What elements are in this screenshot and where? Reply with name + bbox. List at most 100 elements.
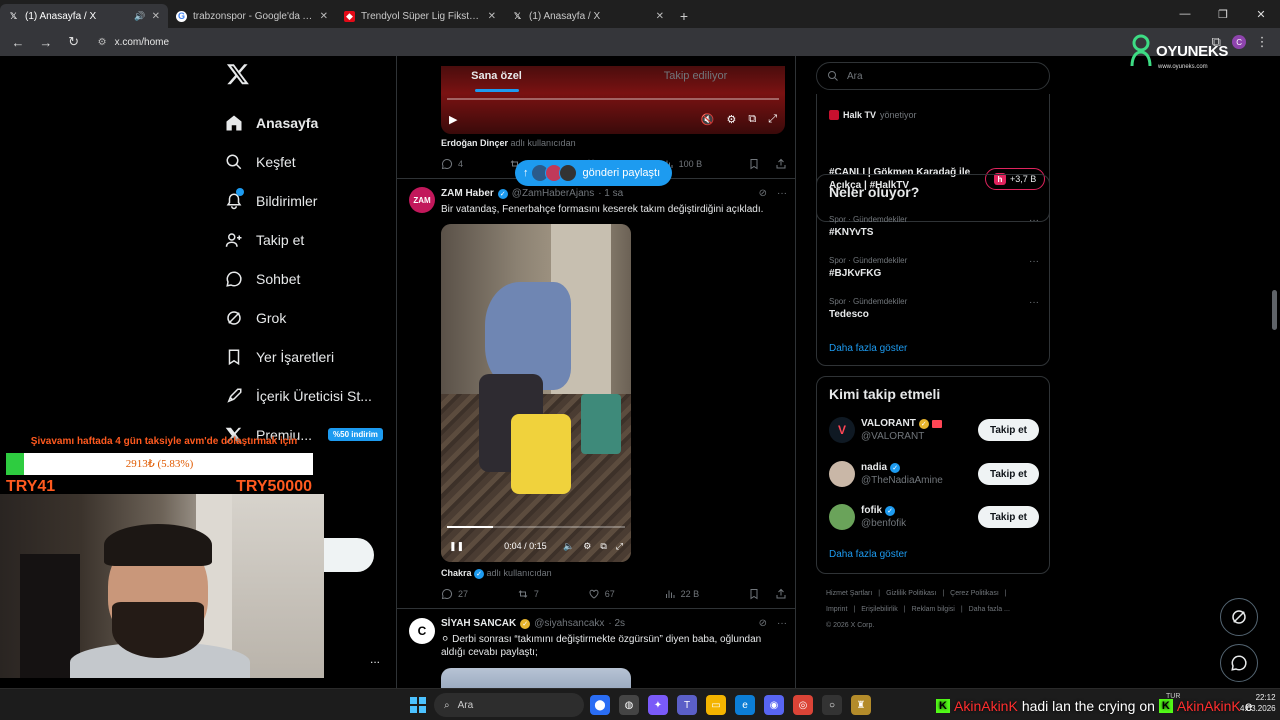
footer-link[interactable]: Daha fazla ... xyxy=(969,606,1010,613)
settings-icon[interactable]: ⚙ xyxy=(583,541,591,552)
widgets-icon[interactable]: ◍ xyxy=(619,695,639,715)
account-more-icon[interactable]: ... xyxy=(370,652,380,666)
footer-link[interactable]: Reklam bilgisi xyxy=(912,606,955,613)
fullscreen-icon[interactable]: ⤢ xyxy=(616,541,623,552)
volume-icon[interactable]: 🔈 xyxy=(563,541,574,552)
footer-link[interactable]: Hizmet Şartları xyxy=(826,590,872,597)
pip-icon[interactable]: ⧉ xyxy=(748,113,756,126)
share-icon[interactable] xyxy=(775,588,787,600)
nav-item-follow[interactable]: Takip et xyxy=(224,220,394,259)
author-name[interactable]: SİYAH SANCAK xyxy=(441,618,516,629)
new-tab-button[interactable]: + xyxy=(672,4,696,28)
post-image[interactable] xyxy=(441,668,631,688)
copilot-icon[interactable]: ✦ xyxy=(648,695,668,715)
nav-item-notifications[interactable]: Bildirimler xyxy=(224,181,394,220)
follow-suggestion[interactable]: fofik ✓ @benfofik Takip et xyxy=(829,502,1039,532)
follow-button[interactable]: Takip et xyxy=(977,463,1039,485)
fullscreen-icon[interactable]: ⤢ xyxy=(768,113,777,126)
trend-item[interactable]: Spor · Gündemdekiler Tedesco ··· xyxy=(829,297,1039,320)
tab-x-home[interactable]: 𝕏 (1) Anasayfa / X 🔊 ✕ xyxy=(0,4,168,28)
follow-suggestion[interactable]: V VALORANT ✓ @VALORANT Takip et xyxy=(829,415,1039,445)
show-more-follow-link[interactable]: Daha fazla göster xyxy=(829,549,907,560)
app-icon[interactable]: ♜ xyxy=(851,695,871,715)
repost-button[interactable]: 7 xyxy=(517,588,539,600)
language-indicator[interactable]: TUR xyxy=(1166,693,1180,700)
video-player[interactable]: ❚❚ 0:04 / 0:15 🔈 ⚙ ⧉ ⤢ xyxy=(441,224,631,562)
chrome-icon[interactable]: ◎ xyxy=(793,695,813,715)
windows-start-icon[interactable] xyxy=(410,697,426,713)
post-time[interactable]: · 1 sa xyxy=(598,188,623,199)
edge-icon[interactable]: e xyxy=(735,695,755,715)
promo-source-name[interactable]: Halk TV xyxy=(843,110,876,120)
tab-fixtures[interactable]: ◆ Trendyol Süper Lig Fikstürü ve ✕ xyxy=(336,4,504,28)
tab-following[interactable]: Takip ediliyor xyxy=(596,56,795,96)
file-explorer-icon[interactable]: ▭ xyxy=(706,695,726,715)
close-window-icon[interactable]: ✕ xyxy=(1242,0,1280,28)
grok-icon[interactable]: ⊘ xyxy=(759,188,767,199)
nav-item-grok[interactable]: Grok xyxy=(224,298,394,337)
search-input[interactable]: Ara xyxy=(816,62,1050,90)
repost-user[interactable]: Erdoğan Dinçer xyxy=(441,138,508,148)
reload-icon[interactable]: ↻ xyxy=(62,30,86,54)
footer-link[interactable]: Imprint xyxy=(826,606,847,613)
like-button[interactable]: 67 xyxy=(588,588,615,600)
follow-button[interactable]: Takip et xyxy=(977,419,1039,441)
site-info-icon[interactable]: ⚙ xyxy=(98,37,107,48)
repost-user[interactable]: Chakra xyxy=(441,568,472,578)
discord-icon[interactable]: ◉ xyxy=(764,695,784,715)
mute-icon[interactable]: 🔇 xyxy=(701,113,715,126)
footer-link[interactable]: Çerez Politikası xyxy=(950,590,999,597)
avatar[interactable]: ZAM xyxy=(409,187,435,213)
share-icon[interactable] xyxy=(775,158,787,170)
close-tab-icon[interactable]: ✕ xyxy=(488,11,496,22)
footer-link[interactable]: Erişilebilirlik xyxy=(861,606,898,613)
author-handle[interactable]: @ZamHaberAjans xyxy=(512,188,594,199)
nav-item-chat[interactable]: Sohbet xyxy=(224,259,394,298)
speaker-icon[interactable]: 🔊 xyxy=(134,11,145,22)
pip-icon[interactable]: ⧉ xyxy=(600,541,606,552)
trend-item[interactable]: Spor · Gündemdekiler #BJKvFKG ··· xyxy=(829,256,1039,279)
teams-icon[interactable]: T xyxy=(677,695,697,715)
settings-icon[interactable]: ⚙ xyxy=(726,113,736,126)
author-name[interactable]: ZAM Haber xyxy=(441,188,494,199)
app-icon[interactable]: ⬤ xyxy=(590,695,610,715)
more-icon[interactable]: ··· xyxy=(1029,256,1039,267)
x-logo-icon[interactable] xyxy=(226,62,250,86)
follow-suggestion[interactable]: nadia ✓ @TheNadiaAmine Takip et xyxy=(829,459,1039,489)
tab-google-search[interactable]: G trabzonspor - Google'da Ara ✕ xyxy=(168,4,336,28)
grok-icon[interactable]: ⊘ xyxy=(759,618,767,629)
address-bar[interactable]: ⚙ x.com/home xyxy=(89,31,1085,53)
tab-x-home-2[interactable]: 𝕏 (1) Anasayfa / X ✕ xyxy=(504,4,672,28)
reply-button[interactable]: 27 xyxy=(441,588,468,600)
author-handle[interactable]: @siyahsancakx xyxy=(534,618,604,629)
bookmark-button[interactable] xyxy=(748,158,787,170)
views-button[interactable]: 22 B xyxy=(664,588,699,600)
follow-button[interactable]: Takip et xyxy=(977,506,1039,528)
menu-icon[interactable]: ⋮ xyxy=(1250,30,1274,54)
reply-button[interactable]: 4 xyxy=(441,158,463,170)
nav-item-bookmarks[interactable]: Yer İşaretleri xyxy=(224,337,394,376)
nav-item-home[interactable]: Anasayfa xyxy=(224,103,394,142)
footer-link[interactable]: Gizlilik Politikası xyxy=(886,590,936,597)
close-tab-icon[interactable]: ✕ xyxy=(656,11,664,22)
more-icon[interactable]: ··· xyxy=(1029,297,1039,308)
video-progress-bar[interactable] xyxy=(447,526,625,528)
close-tab-icon[interactable]: ✕ xyxy=(152,11,160,22)
nav-item-explore[interactable]: Keşfet xyxy=(224,142,394,181)
more-icon[interactable]: ··· xyxy=(1029,215,1039,226)
more-icon[interactable]: ··· xyxy=(777,188,787,199)
pause-icon[interactable]: ❚❚ xyxy=(449,541,464,552)
forward-icon[interactable]: → xyxy=(34,30,58,54)
restore-icon[interactable]: ❐ xyxy=(1204,0,1242,28)
tab-for-you[interactable]: Sana özel xyxy=(397,56,596,96)
avatar[interactable]: C xyxy=(409,618,435,644)
back-icon[interactable]: ← xyxy=(6,30,30,54)
trend-item[interactable]: Spor · Gündemdekiler #KNYvTS ··· xyxy=(829,215,1039,238)
page-scrollbar[interactable] xyxy=(1272,290,1277,330)
new-posts-pill[interactable]: ↑ gönderi paylaştı xyxy=(515,160,673,186)
more-icon[interactable]: ··· xyxy=(777,618,787,629)
play-icon[interactable]: ▶ xyxy=(449,113,457,126)
nav-item-creator-studio[interactable]: İçerik Üreticisi St... xyxy=(224,376,394,415)
obs-icon[interactable]: ○ xyxy=(822,695,842,715)
profile-avatar[interactable]: C xyxy=(1232,35,1247,49)
